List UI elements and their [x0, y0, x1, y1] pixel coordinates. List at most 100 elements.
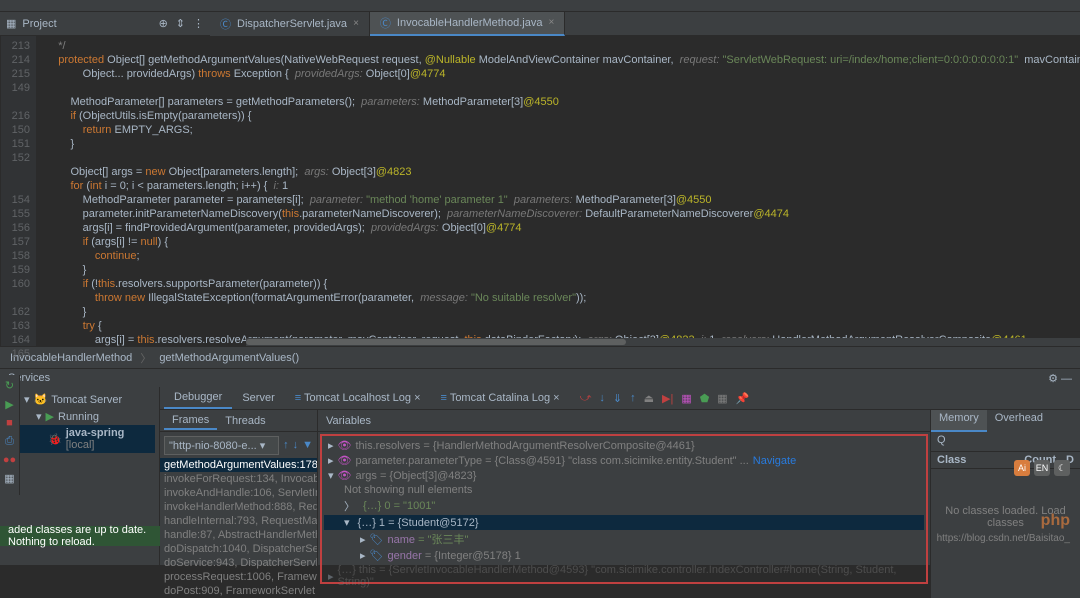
log-icon: ≡: [441, 392, 447, 404]
var-row-student[interactable]: ▾ {…} 1 = {Student@5172}: [324, 515, 924, 530]
en-badge[interactable]: EN: [1034, 460, 1050, 476]
tab-server[interactable]: Server: [232, 388, 284, 408]
thread-selector[interactable]: "http-nio-8080-e... ▾: [164, 436, 279, 455]
breadcrumb-item[interactable]: getMethodArgumentValues(): [159, 352, 299, 364]
step-over-icon[interactable]: ⤻: [580, 392, 592, 405]
chevron-down-icon: ▾: [36, 410, 42, 423]
frame-item[interactable]: doService:943, DispatcherServlet (org.s: [160, 556, 317, 570]
close-icon[interactable]: ×: [353, 18, 359, 29]
ai-badge[interactable]: Ai: [1014, 460, 1030, 476]
tab-threads[interactable]: Threads: [217, 413, 273, 429]
breadcrumb[interactable]: InvocableHandlerMethod 〉 getMethodArgume…: [0, 346, 1080, 368]
variables-section: Variables ▸👁 this.resolvers = {HandlerMe…: [318, 410, 930, 598]
rerun-icon[interactable]: ↻: [5, 379, 14, 392]
attribution: https://blog.csdn.net/Baisitao_: [937, 533, 1070, 544]
memory-panel: Memory Overhead Q Class Count D Ai: [930, 410, 1080, 598]
code-body[interactable]: */ protected Object[] getMethodArgumentV…: [36, 36, 1080, 346]
editor-tabs: Ⓒ DispatcherServlet.java × Ⓒ InvocableHa…: [210, 12, 565, 36]
force-step-into-icon[interactable]: ⇓: [613, 392, 622, 405]
frame-item[interactable]: invokeHandlerMethod:888, RequestMa: [160, 500, 317, 514]
tab-tomcat-localhost[interactable]: ≡ Tomcat Localhost Log ×: [285, 388, 431, 408]
play-icon: ▶: [46, 410, 54, 423]
chevron-down-icon: ▾: [260, 440, 266, 452]
chevron-right-icon: 〉: [140, 350, 151, 366]
var-row[interactable]: ▸👁 parameter.parameterType = {Class@4591…: [324, 453, 924, 468]
log-icon: ≡: [295, 392, 301, 404]
chevron-right-icon: ▸: [360, 533, 366, 546]
frames-threads-tabs: Frames Threads: [160, 410, 317, 432]
services-header[interactable]: Services ⚙ —: [0, 369, 1080, 387]
close-icon[interactable]: ×: [414, 392, 420, 404]
frame-item[interactable]: getMethodArgumentValues:178, Invoca: [160, 458, 317, 472]
gutter[interactable]: 2132142151492161501511521541551561571581…: [1, 36, 36, 346]
tab-memory[interactable]: Memory: [931, 410, 987, 432]
chevron-down-icon: ▾: [328, 469, 334, 482]
chevron-right-icon: ▸: [328, 439, 334, 452]
code-editor[interactable]: 2132142151492161501511521541551561571581…: [1, 36, 1080, 346]
attach-icon[interactable]: ⎙: [5, 435, 14, 448]
frame-item[interactable]: doDispatch:1040, DispatcherServlet (or: [160, 542, 317, 556]
memory-tabs: Memory Overhead: [931, 410, 1080, 432]
frame-item[interactable]: doPost:909, FrameworkServlet (org.spri: [160, 584, 317, 598]
project-tool-header[interactable]: ▦ Project ⊕ ⇕ ⋮: [0, 17, 210, 30]
tree-running[interactable]: ▾ ▶ Running: [20, 408, 155, 425]
field-icon: 🏷: [370, 533, 384, 546]
layout-icon[interactable]: ▦: [4, 472, 14, 485]
var-row[interactable]: ▸👁 this.resolvers = {HandlerMethodArgume…: [324, 438, 924, 453]
php-watermark: php: [1041, 512, 1070, 530]
var-row[interactable]: ▸ {…} this = {ServletInvocableHandlerMet…: [324, 563, 924, 589]
pin-icon[interactable]: 📌: [736, 392, 750, 405]
drop-frame-icon[interactable]: ⏏: [644, 392, 654, 405]
frame-item[interactable]: invokeForRequest:134, InvocableHandle: [160, 472, 317, 486]
chevron-right-icon: 〉: [344, 498, 355, 514]
tab-frames[interactable]: Frames: [164, 412, 217, 430]
frame-item[interactable]: handle:87, AbstractHandlerMethodAda: [160, 528, 317, 542]
frame-list[interactable]: getMethodArgumentValues:178, Invoca invo…: [160, 458, 317, 598]
run-to-cursor-icon[interactable]: ▶|: [662, 392, 673, 405]
target-icon[interactable]: ⊕: [159, 17, 168, 30]
close-icon[interactable]: ×: [548, 17, 554, 28]
frame-item[interactable]: processRequest:1006, FrameworkServle: [160, 570, 317, 584]
var-row[interactable]: ▾👁 args = {Object[3]@4823}: [324, 468, 924, 483]
frames-section: Frames Threads "http-nio-8080-e... ▾ ↑ ↓…: [160, 410, 318, 598]
expand-icon[interactable]: ⇕: [176, 17, 185, 30]
next-frame-icon[interactable]: ↓: [293, 439, 299, 451]
var-row[interactable]: ▸🏷 gender = {Integer@5178} 1: [324, 548, 924, 563]
tab-label: InvocableHandlerMethod.java: [397, 17, 543, 29]
navigate-link[interactable]: Navigate: [753, 455, 796, 467]
frame-item[interactable]: invokeAndHandle:106, ServletInvocabl: [160, 486, 317, 500]
settings-icon[interactable]: ⋮: [193, 17, 204, 30]
close-icon[interactable]: ×: [553, 392, 559, 404]
stop-icon[interactable]: ■: [6, 417, 13, 429]
tab-bar: ▦ Project ⊕ ⇕ ⋮ Ⓒ DispatcherServlet.java…: [0, 12, 1080, 36]
resume-icon[interactable]: ▶: [5, 398, 13, 411]
tab-overhead[interactable]: Overhead: [987, 410, 1051, 432]
settings-icon[interactable]: ▦: [717, 392, 727, 405]
services-panel: Services ⚙ — ▾ 🐱 Tomcat Server ▾ ▶ Runni…: [0, 368, 1080, 565]
memory-search[interactable]: Q: [931, 432, 1080, 452]
step-out-icon[interactable]: ↑: [630, 392, 636, 404]
var-row[interactable]: ▸🏷 name name = "张三丰"= "张三丰": [324, 530, 924, 548]
project-label: Project: [22, 18, 56, 30]
tree-java-spring[interactable]: 🐞 java-spring [local]: [20, 425, 155, 453]
prev-frame-icon[interactable]: ↑: [283, 439, 289, 451]
filter-icon[interactable]: ▼: [302, 439, 313, 451]
evaluate-icon[interactable]: ▦: [681, 392, 691, 405]
tab-debugger[interactable]: Debugger: [164, 387, 232, 409]
var-row[interactable]: 〉 {…} 0 = "1001": [324, 497, 924, 515]
status-bar: aded classes are up to date. Nothing to …: [0, 526, 160, 546]
scrollbar-thumb[interactable]: [246, 339, 626, 345]
step-into-icon[interactable]: ↓: [599, 392, 605, 404]
tree-tomcat-server[interactable]: ▾ 🐱 Tomcat Server: [20, 391, 155, 408]
variables-tree[interactable]: ▸👁 this.resolvers = {HandlerMethodArgume…: [320, 434, 928, 584]
editor-tab-dispatcher[interactable]: Ⓒ DispatcherServlet.java ×: [210, 12, 370, 36]
editor-tab-invocable[interactable]: Ⓒ InvocableHandlerMethod.java ×: [370, 12, 565, 36]
horizontal-scrollbar[interactable]: [246, 338, 1080, 346]
view-breakpoints-icon[interactable]: ●●: [3, 454, 16, 466]
search-icon: Q: [937, 434, 946, 446]
tab-tomcat-catalina[interactable]: ≡ Tomcat Catalina Log ×: [431, 388, 570, 408]
trace-icon[interactable]: ⬟: [700, 392, 710, 405]
moon-badge[interactable]: ☾: [1054, 460, 1070, 476]
frame-item[interactable]: handleInternal:793, RequestMappingHa: [160, 514, 317, 528]
settings-icon[interactable]: ⚙ —: [1048, 372, 1072, 385]
